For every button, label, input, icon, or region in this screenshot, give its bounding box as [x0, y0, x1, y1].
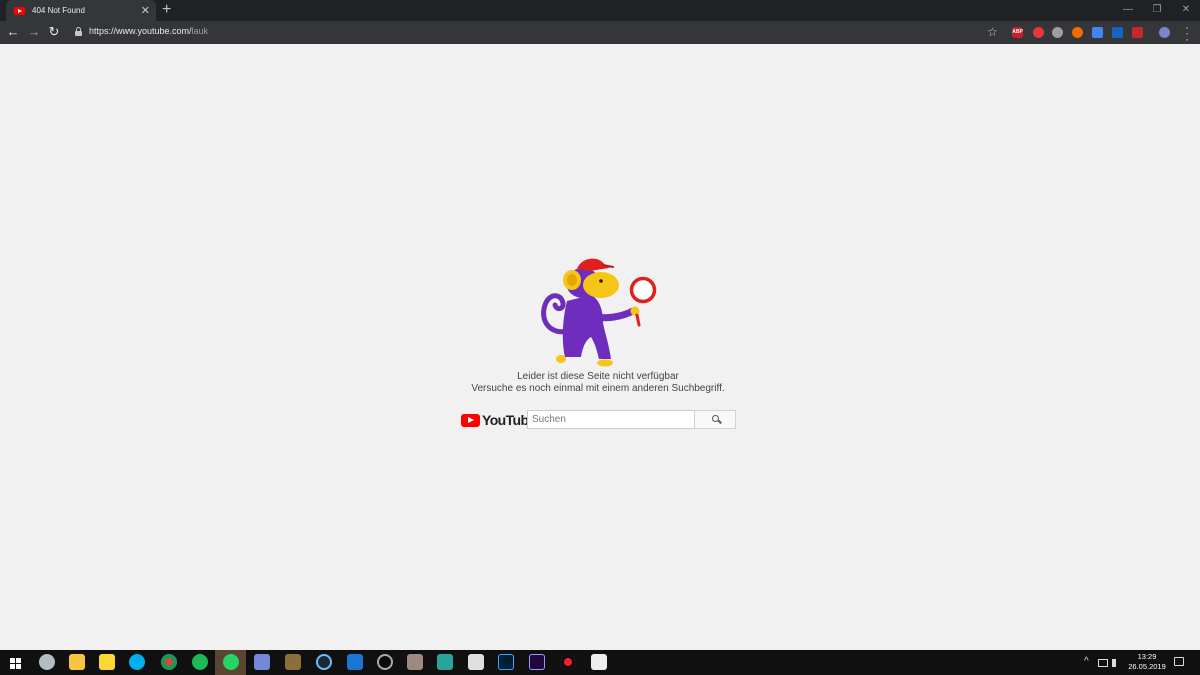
- extension-blue-icon[interactable]: [1112, 27, 1123, 38]
- whatsapp-icon[interactable]: [223, 654, 239, 670]
- reload-button[interactable]: ↻: [45, 23, 63, 41]
- action-center-icon[interactable]: [1174, 657, 1184, 666]
- chrome-icon[interactable]: [161, 654, 177, 670]
- tray-chevron-icon[interactable]: ^: [1084, 656, 1089, 667]
- skype-icon[interactable]: [129, 654, 145, 670]
- teal-app-icon[interactable]: [437, 654, 453, 670]
- taskbar-app-icon[interactable]: [39, 654, 55, 670]
- lock-icon[interactable]: [75, 27, 82, 36]
- browser-toolbar: ← → ↻ https://www.youtube.com/lauk ☆ ABP…: [0, 21, 1200, 45]
- forward-button[interactable]: →: [25, 23, 43, 41]
- network-icon[interactable]: [1098, 659, 1108, 667]
- volume-icon[interactable]: [1112, 659, 1120, 667]
- extension-red-icon[interactable]: [1033, 27, 1044, 38]
- battlenet-icon[interactable]: [347, 654, 363, 670]
- url-path: lauk: [191, 26, 209, 36]
- tab-close-icon[interactable]: ✕: [141, 4, 150, 17]
- opera-icon[interactable]: [560, 654, 576, 670]
- youtube-play-icon: [461, 413, 480, 427]
- media-player-icon[interactable]: [377, 654, 393, 670]
- url-host: https://www.youtube.com/: [89, 26, 192, 36]
- file-explorer-icon[interactable]: [69, 654, 85, 670]
- photoshop-icon[interactable]: [498, 654, 514, 670]
- windows-taskbar: ^ 13:29 26.05.2019: [0, 650, 1200, 675]
- sticky-notes-icon[interactable]: [99, 654, 115, 670]
- league-of-legends-icon[interactable]: [285, 654, 301, 670]
- window-close-button[interactable]: ✕: [1168, 0, 1200, 21]
- extension-fingerprint-icon[interactable]: [1052, 27, 1063, 38]
- feather-app-icon[interactable]: [591, 654, 607, 670]
- extension-orange-icon[interactable]: [1072, 27, 1083, 38]
- spotify-icon[interactable]: [192, 654, 208, 670]
- discord-icon[interactable]: [254, 654, 270, 670]
- new-tab-button[interactable]: +: [162, 1, 171, 19]
- tab-title: 404 Not Found: [32, 6, 85, 15]
- error-message-line1: Leider ist diese Seite nicht verfügbar: [517, 371, 679, 382]
- extension-calendar-icon[interactable]: [1132, 27, 1143, 38]
- search-button[interactable]: [694, 410, 736, 429]
- game-app-icon[interactable]: [407, 654, 423, 670]
- visual-studio-code-icon[interactable]: [468, 654, 484, 670]
- steam-icon[interactable]: [316, 654, 332, 670]
- youtube-favicon-icon: [14, 6, 25, 15]
- adblock-plus-icon[interactable]: ABP: [1012, 27, 1023, 38]
- tab-youtube-404[interactable]: 404 Not Found ✕: [6, 0, 156, 21]
- page-content: Leider ist diese Seite nicht verfügbar V…: [0, 44, 1200, 650]
- translate-extension-icon[interactable]: [1092, 27, 1103, 38]
- chrome-menu-icon[interactable]: · · ·: [1183, 21, 1191, 45]
- profile-avatar[interactable]: [1159, 27, 1170, 38]
- address-bar[interactable]: https://www.youtube.com/lauk: [89, 26, 208, 36]
- windows-start-icon[interactable]: [10, 658, 21, 669]
- youtube-monkey-illustration: [541, 258, 657, 367]
- bookmark-star-icon[interactable]: ☆: [987, 25, 998, 39]
- back-button[interactable]: ←: [4, 23, 22, 41]
- clock-time: 13:29: [1137, 652, 1157, 661]
- clock-date: 26.05.2019: [1128, 662, 1166, 671]
- browser-titlebar: 404 Not Found ✕ + — ❐ ✕: [0, 0, 1200, 21]
- error-message: Leider ist diese Seite nicht verfügbar V…: [448, 371, 748, 395]
- search-input[interactable]: [527, 410, 695, 429]
- after-effects-icon[interactable]: [529, 654, 545, 670]
- system-clock[interactable]: 13:29 26.05.2019: [1124, 652, 1170, 672]
- error-message-line2: Versuche es noch einmal mit einem andere…: [471, 383, 725, 394]
